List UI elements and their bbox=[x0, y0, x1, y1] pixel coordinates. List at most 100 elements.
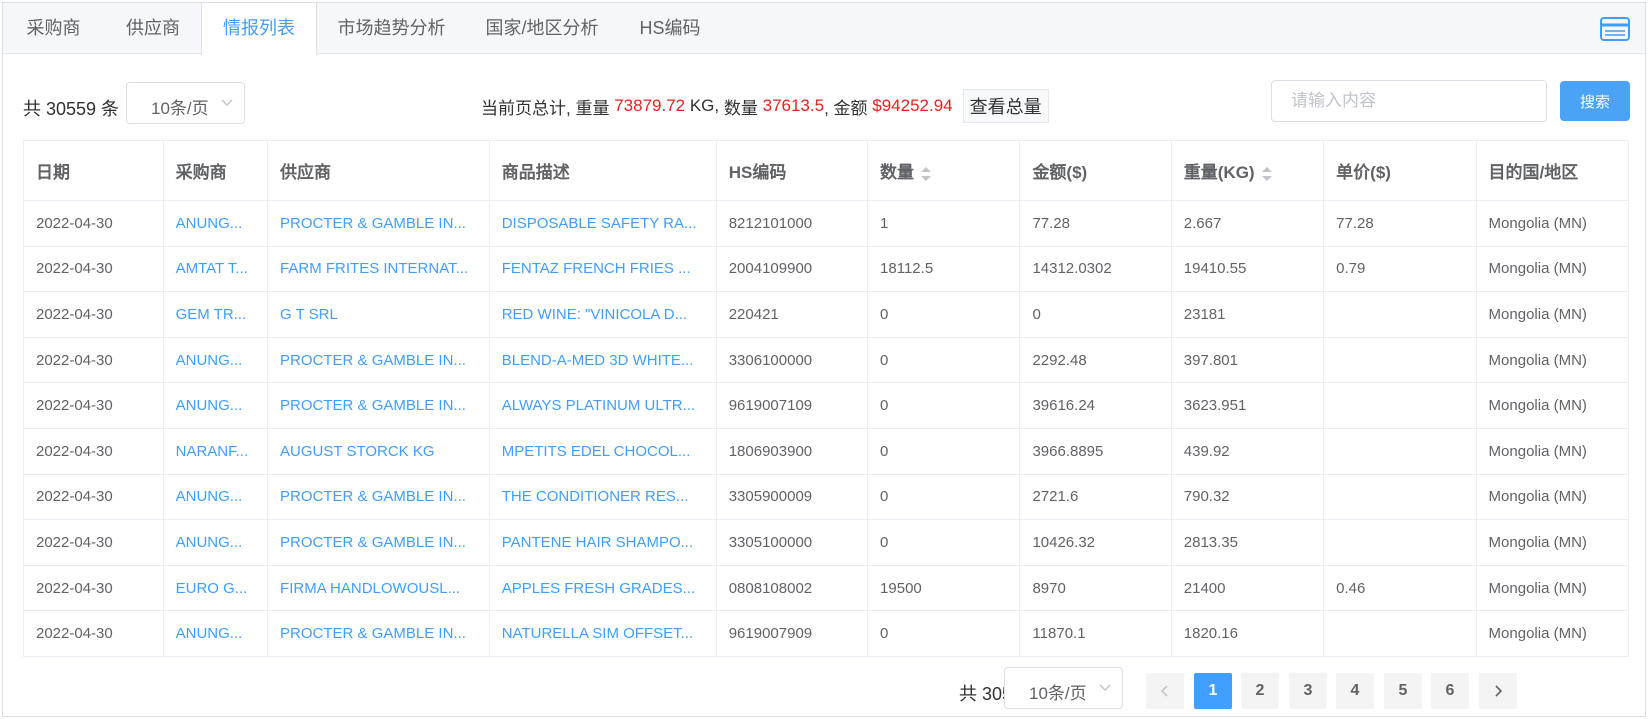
cell-amount: 8970 bbox=[1019, 564, 1172, 612]
chevron-left-icon bbox=[1160, 685, 1168, 697]
cell-quantity: 0 bbox=[867, 610, 1021, 657]
cell-weight: 1820.16 bbox=[1170, 610, 1325, 657]
cell-destination: Mongolia (MN) bbox=[1475, 336, 1630, 384]
table-row[interactable]: 2022-04-30 ANUNG... PROCTER & GAMBLE IN...… bbox=[23, 200, 1630, 247]
page-button-2[interactable]: 2 bbox=[1241, 673, 1279, 709]
cell-supplier[interactable]: FARM FRITES INTERNAT... bbox=[267, 245, 490, 293]
tab-suppliers[interactable]: 供应商 bbox=[104, 3, 202, 54]
cell-date: 2022-04-30 bbox=[23, 336, 164, 384]
tab-intel-list[interactable]: 情报列表 bbox=[201, 3, 317, 55]
cell-weight: 2813.35 bbox=[1170, 519, 1325, 566]
page-button-4[interactable]: 4 bbox=[1336, 673, 1374, 709]
cell-description[interactable]: THE CONDITIONER RES... bbox=[488, 473, 717, 521]
cell-unit-price: 77.28 bbox=[1323, 200, 1477, 247]
cell-supplier[interactable]: PROCTER & GAMBLE IN... bbox=[267, 473, 490, 521]
cell-amount: 2721.6 bbox=[1019, 473, 1172, 521]
tab-hs-code[interactable]: HS编码 bbox=[618, 3, 722, 54]
cell-buyer[interactable]: NARANF... bbox=[162, 427, 269, 475]
page-size-select-bottom[interactable]: 10条/页 bbox=[1004, 667, 1123, 709]
summary-qty-value: 37613.5 bbox=[762, 96, 825, 115]
table-row[interactable]: 2022-04-30 NARANF... AUGUST STORCK KG MPETI… bbox=[23, 427, 1630, 475]
col-header-amount: 金额($) bbox=[1019, 140, 1172, 201]
cell-description[interactable]: BLEND-A-MED 3D WHITE... bbox=[488, 336, 717, 384]
table-row[interactable]: 2022-04-30 GEM TR... G T SRL RED WINE: "VIN… bbox=[23, 291, 1630, 338]
col-header-weight[interactable]: 重量(KG) bbox=[1170, 140, 1325, 201]
cell-supplier[interactable]: PROCTER & GAMBLE IN... bbox=[267, 519, 490, 566]
view-total-button[interactable]: 查看总量 bbox=[962, 89, 1049, 123]
cell-date: 2022-04-30 bbox=[23, 200, 164, 247]
cell-buyer[interactable]: ANUNG... bbox=[162, 336, 269, 384]
tab-buyers[interactable]: 采购商 bbox=[3, 3, 104, 54]
table-row[interactable]: 2022-04-30 AMTAT T... FARM FRITES INTERNAT… bbox=[23, 245, 1630, 293]
col-header-quantity[interactable]: 数量 bbox=[867, 140, 1021, 201]
cell-weight: 397.801 bbox=[1170, 336, 1325, 384]
cell-destination: Mongolia (MN) bbox=[1475, 427, 1630, 475]
cell-amount: 2292.48 bbox=[1019, 336, 1172, 384]
col-header-buyer: 采购商 bbox=[162, 140, 269, 201]
col-header-hs-code: HS编码 bbox=[715, 140, 869, 201]
cell-supplier[interactable]: PROCTER & GAMBLE IN... bbox=[267, 610, 490, 657]
cell-quantity: 0 bbox=[867, 336, 1021, 384]
chevron-down-icon bbox=[1099, 684, 1111, 692]
cell-supplier[interactable]: PROCTER & GAMBLE IN... bbox=[267, 200, 490, 247]
cell-buyer[interactable]: ANUNG... bbox=[162, 200, 269, 247]
table-row[interactable]: 2022-04-30 ANUNG... PROCTER & GAMBLE IN...… bbox=[23, 610, 1630, 657]
cell-amount: 14312.0302 bbox=[1019, 245, 1172, 293]
cell-description[interactable]: PANTENE HAIR SHAMPO... bbox=[488, 519, 717, 566]
cell-supplier[interactable]: PROCTER & GAMBLE IN... bbox=[267, 382, 490, 429]
sort-icon[interactable] bbox=[1261, 165, 1273, 183]
cell-description[interactable]: DISPOSABLE SAFETY RA... bbox=[488, 200, 717, 247]
search-input[interactable] bbox=[1271, 80, 1547, 122]
page-button-1[interactable]: 1 bbox=[1194, 673, 1232, 709]
cell-weight: 19410.55 bbox=[1170, 245, 1325, 293]
cell-buyer[interactable]: ANUNG... bbox=[162, 610, 269, 657]
cell-description[interactable]: APPLES FRESH GRADES... bbox=[488, 564, 717, 612]
card-icon[interactable] bbox=[1599, 16, 1631, 42]
page-size-select-top[interactable]: 10条/页 bbox=[126, 82, 245, 124]
cell-unit-price: 0.46 bbox=[1323, 564, 1477, 612]
page-button-3[interactable]: 3 bbox=[1289, 673, 1327, 709]
cell-description[interactable]: MPETITS EDEL CHOCOL... bbox=[488, 427, 717, 475]
cell-description[interactable]: NATURELLA SIM OFFSET... bbox=[488, 610, 717, 657]
cell-buyer[interactable]: ANUNG... bbox=[162, 473, 269, 521]
cell-description[interactable]: RED WINE: "VINICOLA D... bbox=[488, 291, 717, 338]
cell-supplier[interactable]: G T SRL bbox=[267, 291, 490, 338]
cell-buyer[interactable]: AMTAT T... bbox=[162, 245, 269, 293]
next-page-button[interactable] bbox=[1479, 673, 1517, 709]
search-button[interactable]: 搜索 bbox=[1560, 81, 1630, 121]
cell-buyer[interactable]: ANUNG... bbox=[162, 382, 269, 429]
page-button-6[interactable]: 6 bbox=[1431, 673, 1469, 709]
cell-buyer[interactable]: GEM TR... bbox=[162, 291, 269, 338]
table-row[interactable]: 2022-04-30 EURO G... FIRMA HANDLOWOUSL... A… bbox=[23, 564, 1630, 612]
cell-amount: 39616.24 bbox=[1019, 382, 1172, 429]
tab-market-trends[interactable]: 市场趋势分析 bbox=[317, 3, 466, 54]
cell-supplier[interactable]: FIRMA HANDLOWOUSL... bbox=[267, 564, 490, 612]
cell-hs-code: 8212101000 bbox=[715, 200, 869, 247]
cell-supplier[interactable]: AUGUST STORCK KG bbox=[267, 427, 490, 475]
cell-description[interactable]: ALWAYS PLATINUM ULTR... bbox=[488, 382, 717, 429]
cell-description[interactable]: FENTAZ FRENCH FRIES ... bbox=[488, 245, 717, 293]
table-row[interactable]: 2022-04-30 ANUNG... PROCTER & GAMBLE IN...… bbox=[23, 519, 1630, 566]
cell-date: 2022-04-30 bbox=[23, 382, 164, 429]
sort-icon[interactable] bbox=[920, 165, 932, 183]
cell-destination: Mongolia (MN) bbox=[1475, 200, 1630, 247]
tab-country-analysis[interactable]: 国家/地区分析 bbox=[466, 3, 618, 54]
cell-supplier[interactable]: PROCTER & GAMBLE IN... bbox=[267, 336, 490, 384]
prev-page-button[interactable] bbox=[1146, 673, 1184, 709]
cell-date: 2022-04-30 bbox=[23, 610, 164, 657]
cell-buyer[interactable]: ANUNG... bbox=[162, 519, 269, 566]
table-row[interactable]: 2022-04-30 ANUNG... PROCTER & GAMBLE IN...… bbox=[23, 336, 1630, 384]
col-header-weight-label: 重量(KG) bbox=[1183, 163, 1255, 182]
cell-date: 2022-04-30 bbox=[23, 291, 164, 338]
page-button-5[interactable]: 5 bbox=[1384, 673, 1422, 709]
cell-unit-price bbox=[1323, 427, 1477, 475]
table-row[interactable]: 2022-04-30 ANUNG... PROCTER & GAMBLE IN...… bbox=[23, 473, 1630, 521]
cell-quantity: 0 bbox=[867, 473, 1021, 521]
table-row[interactable]: 2022-04-30 ANUNG... PROCTER & GAMBLE IN...… bbox=[23, 382, 1630, 429]
cell-amount: 77.28 bbox=[1019, 200, 1172, 247]
summary-amount-value: $94252.94 bbox=[872, 96, 953, 115]
cell-quantity: 0 bbox=[867, 291, 1021, 338]
summary-qty-label: 数量 bbox=[723, 98, 758, 118]
cell-weight: 21400 bbox=[1170, 564, 1325, 612]
cell-buyer[interactable]: EURO G... bbox=[162, 564, 269, 612]
